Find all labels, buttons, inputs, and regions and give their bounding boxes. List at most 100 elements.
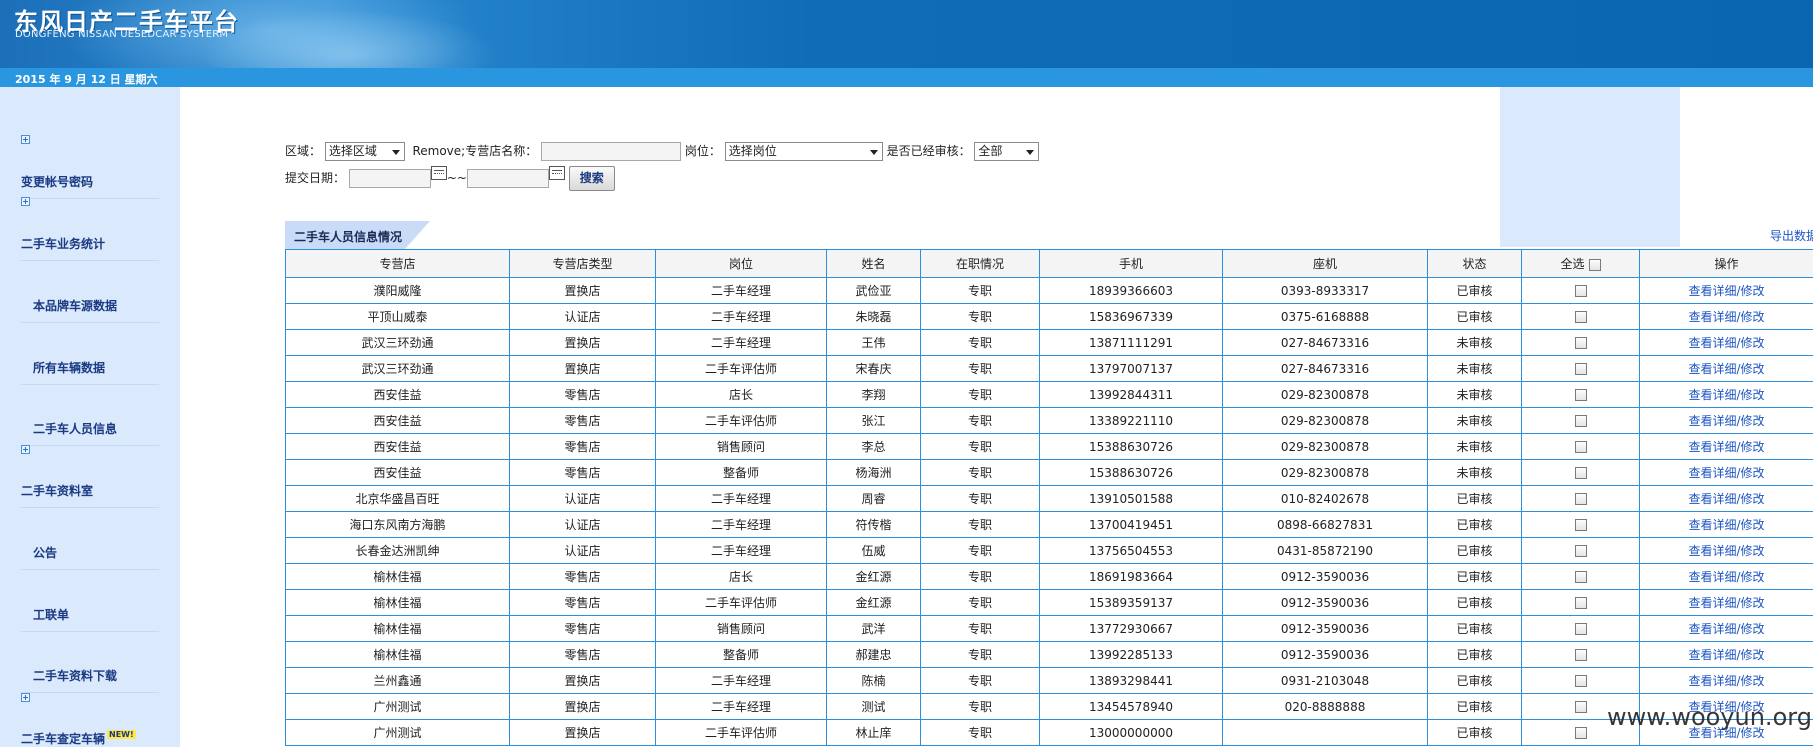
sidebar-item-change-password[interactable]: 变更帐号密码 <box>21 173 93 190</box>
audited-label: 是否已经审核： <box>886 144 971 158</box>
row-checkbox[interactable] <box>1574 571 1587 583</box>
divider <box>21 631 159 632</box>
view-edit-link[interactable]: 查看详细/修改 <box>1639 277 1813 304</box>
view-edit-link[interactable]: 查看详细/修改 <box>1639 459 1813 486</box>
status-cell: 已审核 <box>1427 615 1522 642</box>
position-cell: 二手车评估师 <box>655 407 827 434</box>
row-checkbox[interactable] <box>1574 311 1587 323</box>
section-tab-tip <box>405 221 430 249</box>
expand-icon[interactable] <box>21 135 30 144</box>
divider <box>21 507 159 508</box>
name-cell: 周睿 <box>826 485 921 512</box>
sidebar-item-brand-car-source[interactable]: 本品牌车源数据 <box>33 297 117 314</box>
row-checkbox[interactable] <box>1574 649 1587 661</box>
sidebar-item-announcements[interactable]: 公告 <box>33 544 57 561</box>
row-checkbox[interactable] <box>1574 545 1587 557</box>
view-edit-link[interactable]: 查看详细/修改 <box>1639 563 1813 590</box>
view-edit-link[interactable]: 查看详细/修改 <box>1639 329 1813 356</box>
divider <box>21 322 159 323</box>
column-header: 岗位 <box>655 249 827 278</box>
view-edit-link[interactable]: 查看详细/修改 <box>1639 433 1813 460</box>
name-cell: 张江 <box>826 407 921 434</box>
date-from-input[interactable] <box>348 169 431 188</box>
store-type-cell: 零售店 <box>509 563 656 590</box>
view-edit-link[interactable]: 查看详细/修改 <box>1639 667 1813 694</box>
sidebar-item-work-orders[interactable]: 工联单 <box>33 606 69 623</box>
row-checkbox[interactable] <box>1574 701 1587 713</box>
position-cell: 二手车经理 <box>655 511 827 538</box>
landline-cell: 0393-8933317 <box>1222 277 1428 304</box>
name-cell: 李翔 <box>826 381 921 408</box>
view-edit-link[interactable]: 查看详细/修改 <box>1639 537 1813 564</box>
row-checkbox[interactable] <box>1574 727 1587 739</box>
audited-select[interactable]: 全部 <box>974 142 1040 161</box>
region-select[interactable]: 选择区域 <box>324 142 405 161</box>
column-header: 姓名 <box>826 249 921 278</box>
view-edit-link[interactable]: 查看详细/修改 <box>1639 355 1813 382</box>
calendar-icon[interactable] <box>548 166 565 180</box>
mobile-cell: 13000000000 <box>1039 719 1223 746</box>
table-row: 武汉三环劲通 置换店 二手车经理 王伟 专职 13871111291 027-8467331… <box>285 329 1813 356</box>
export-data-link[interactable]: 导出数据 <box>1770 227 1813 244</box>
landline-cell: 027-84673316 <box>1222 329 1428 356</box>
search-button[interactable]: 搜索 <box>568 166 615 191</box>
position-cell: 整备师 <box>655 459 827 486</box>
select-cell <box>1521 303 1640 330</box>
sidebar-item-staff-info[interactable]: 二手车人员信息 <box>33 420 117 437</box>
select-cell <box>1521 459 1640 486</box>
sidebar-item-business-stats[interactable]: 二手车业务统计 <box>21 235 105 252</box>
region-label: 区域： <box>285 144 322 158</box>
landline-cell: 0375-6168888 <box>1222 303 1428 330</box>
landline-cell: 0912-3590036 <box>1222 563 1428 590</box>
row-checkbox[interactable] <box>1574 675 1587 687</box>
mobile-cell: 15836967339 <box>1039 303 1223 330</box>
status-cell: 已审核 <box>1427 485 1522 512</box>
view-edit-link[interactable]: 查看详细/修改 <box>1639 511 1813 538</box>
sidebar-item-all-vehicles[interactable]: 所有车辆数据 <box>33 359 105 376</box>
select-cell <box>1521 641 1640 668</box>
status-cell: 未审核 <box>1427 407 1522 434</box>
position-select-value: 选择岗位 <box>728 144 777 158</box>
position-select[interactable]: 选择岗位 <box>724 142 883 161</box>
view-edit-link[interactable]: 查看详细/修改 <box>1639 485 1813 512</box>
name-cell: 金红源 <box>826 563 921 590</box>
store-cell: 西安佳益 <box>285 381 510 408</box>
row-checkbox[interactable] <box>1574 467 1587 479</box>
sidebar-item-resource-room[interactable]: 二手车资料室 <box>21 482 93 499</box>
store-cell: 兰州鑫通 <box>285 667 510 694</box>
employment-cell: 专职 <box>920 407 1040 434</box>
row-checkbox[interactable] <box>1574 493 1587 505</box>
view-edit-link[interactable]: 查看详细/修改 <box>1639 641 1813 668</box>
row-checkbox[interactable] <box>1574 519 1587 531</box>
date-to-input[interactable] <box>466 169 549 188</box>
view-edit-link[interactable]: 查看详细/修改 <box>1639 615 1813 642</box>
view-edit-link[interactable]: 查看详细/修改 <box>1639 407 1813 434</box>
sidebar-item-inspected-vehicles[interactable]: 二手车查定车辆 NEW! <box>21 730 136 747</box>
employment-cell: 专职 <box>920 381 1040 408</box>
calendar-icon[interactable] <box>430 166 447 180</box>
sidebar-item-downloads[interactable]: 二手车资料下载 <box>33 667 117 684</box>
row-checkbox[interactable] <box>1574 285 1587 297</box>
row-checkbox[interactable] <box>1574 337 1587 349</box>
row-checkbox[interactable] <box>1574 623 1587 635</box>
view-edit-link[interactable]: 查看详细/修改 <box>1639 381 1813 408</box>
chevron-down-icon <box>1026 150 1035 155</box>
select-all-checkbox[interactable] <box>1588 258 1601 271</box>
mobile-cell: 13756504553 <box>1039 537 1223 564</box>
column-header: 操作 <box>1639 249 1813 278</box>
mobile-cell: 13389221110 <box>1039 407 1223 434</box>
expand-icon[interactable] <box>21 197 30 206</box>
status-cell: 未审核 <box>1427 459 1522 486</box>
row-checkbox[interactable] <box>1574 441 1587 453</box>
expand-icon[interactable] <box>21 445 30 454</box>
row-checkbox[interactable] <box>1574 597 1587 609</box>
row-checkbox[interactable] <box>1574 389 1587 401</box>
row-checkbox[interactable] <box>1574 363 1587 375</box>
store-name-input[interactable] <box>541 142 682 161</box>
employment-cell: 专职 <box>920 511 1040 538</box>
employment-cell: 专职 <box>920 537 1040 564</box>
expand-icon[interactable] <box>21 693 30 702</box>
view-edit-link[interactable]: 查看详细/修改 <box>1639 589 1813 616</box>
row-checkbox[interactable] <box>1574 415 1587 427</box>
view-edit-link[interactable]: 查看详细/修改 <box>1639 303 1813 330</box>
